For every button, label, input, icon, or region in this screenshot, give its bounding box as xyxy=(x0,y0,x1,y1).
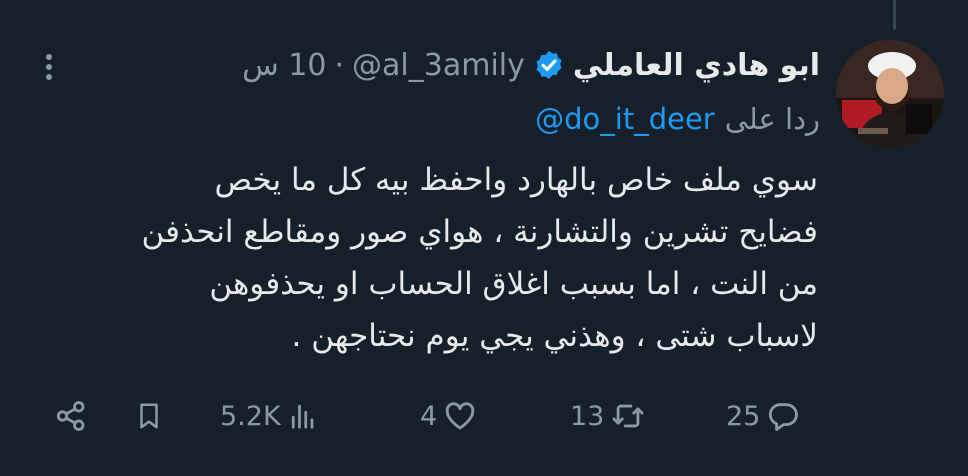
more-dots-icon xyxy=(46,54,52,80)
speech-bubble-icon xyxy=(769,403,799,431)
more-options-button[interactable] xyxy=(38,52,60,82)
replying-to: ردا على @do_it_deer xyxy=(535,96,820,142)
retweet-button[interactable]: 13 xyxy=(570,396,646,436)
tweet-text-line: سوي ملف خاص بالهارد واحفظ بيه كل ما يخص xyxy=(214,162,818,198)
avatar[interactable] xyxy=(836,40,944,148)
tweet-text-line: فضايح تشرين والتشارنة ، هواي صور ومقاطع … xyxy=(141,214,818,250)
verified-badge-icon xyxy=(536,51,562,79)
avatar-image xyxy=(836,40,944,148)
bookmark-button[interactable] xyxy=(134,396,164,436)
share-icon xyxy=(56,401,85,431)
author-name[interactable]: ابو هادي العاملي xyxy=(573,48,820,83)
thread-connector-line xyxy=(893,0,896,30)
share-button[interactable] xyxy=(54,396,88,436)
action-bar: 25 13 4 5.2K xyxy=(0,388,968,444)
tweet-header: ابو هادي العاملي @al_3amily · 10 س xyxy=(242,40,820,90)
heart-icon xyxy=(445,402,475,430)
bookmark-icon xyxy=(140,403,158,429)
reply-button[interactable]: 25 xyxy=(726,396,800,436)
views-button[interactable]: 5.2K xyxy=(220,396,317,436)
bar-chart-icon xyxy=(291,404,314,429)
views-count: 5.2K xyxy=(220,400,281,432)
replying-to-handle[interactable]: @do_it_deer xyxy=(535,102,715,136)
tweet-text-line: لاسباب شتى ، وهذني يجي يوم نحتاجهن . xyxy=(291,318,818,354)
retweet-arrows-icon xyxy=(612,404,644,428)
reply-count: 25 xyxy=(726,400,761,432)
like-button[interactable]: 4 xyxy=(420,396,477,436)
tweet-text: سوي ملف خاص بالهارد واحفظ بيه كل ما يخص … xyxy=(28,154,818,362)
timestamp[interactable]: 10 س xyxy=(242,48,326,83)
separator-dot: · xyxy=(334,47,345,83)
like-count: 4 xyxy=(420,400,438,432)
tweet-text-line: من النت ، اما بسبب اغلاق الحساب او يحذفو… xyxy=(209,266,818,302)
author-handle[interactable]: @al_3amily xyxy=(352,48,525,83)
retweet-count: 13 xyxy=(570,400,605,432)
replying-to-label: ردا على xyxy=(724,102,820,136)
